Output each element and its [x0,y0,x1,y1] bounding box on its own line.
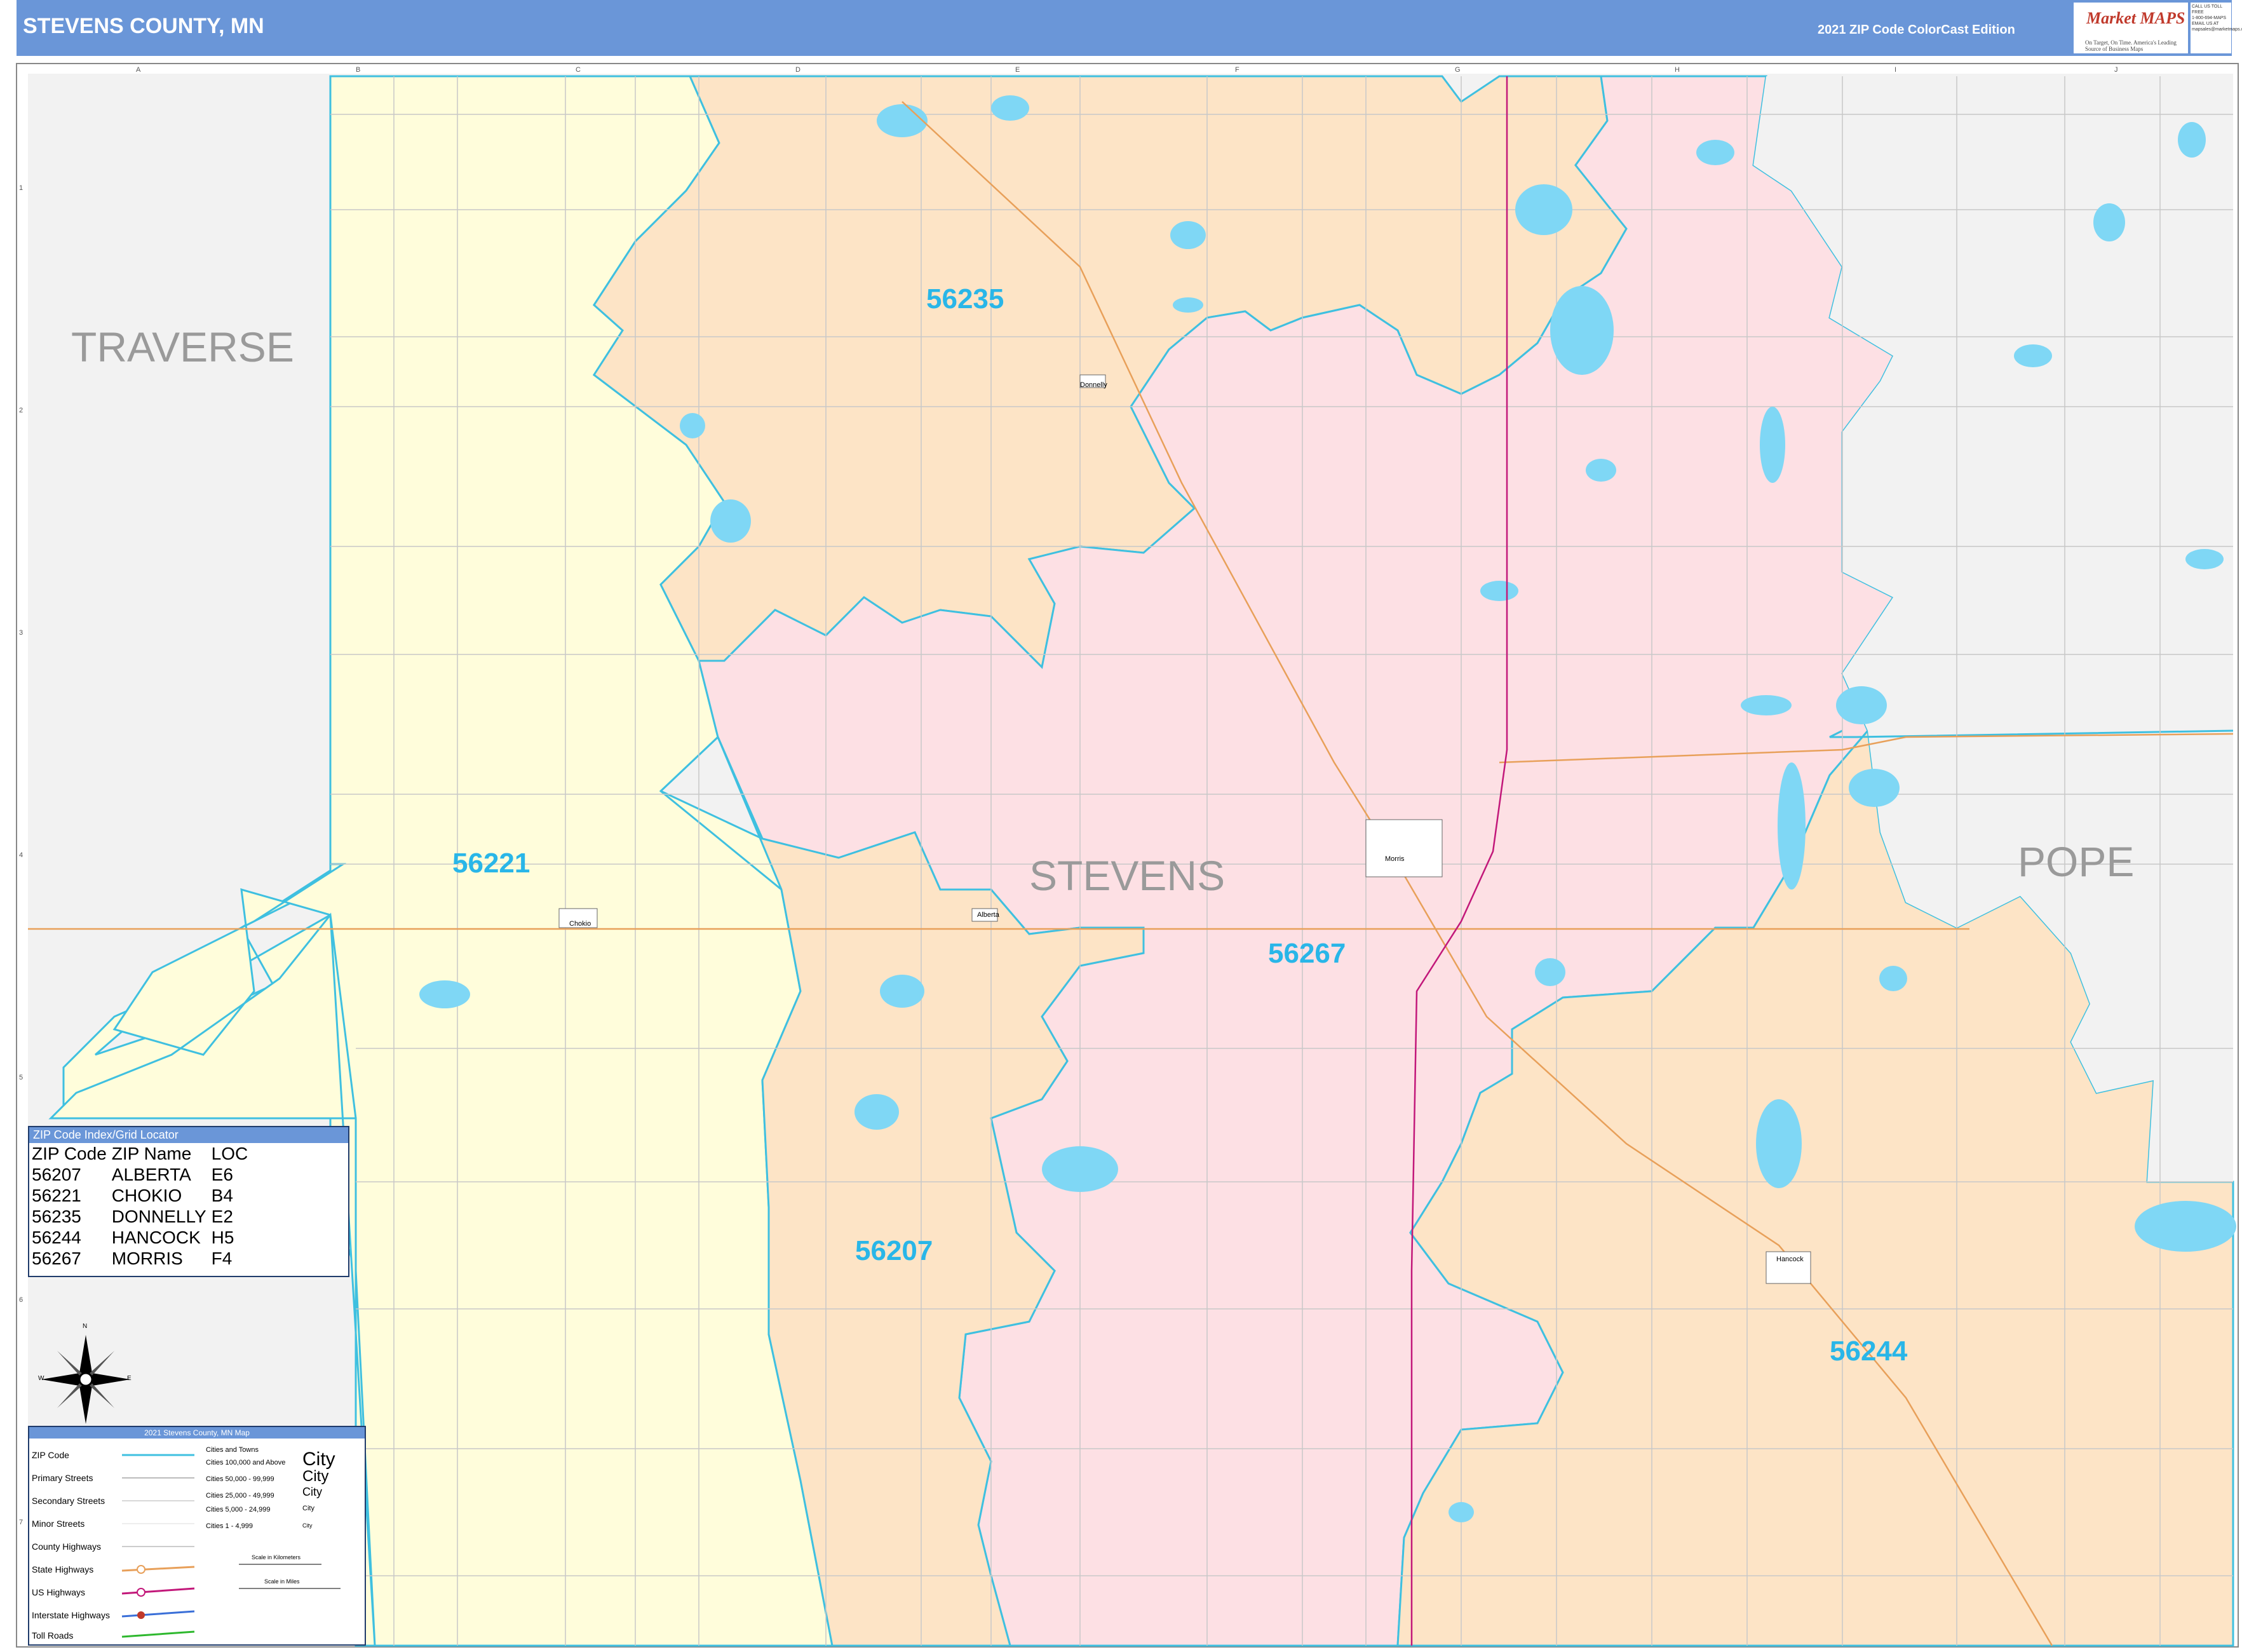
compass-w: W [38,1375,44,1382]
contact-line: CALL US TOLL FREE [2192,4,2222,15]
market-maps-logo: Market MAPS On Target, On Time. America'… [2074,3,2188,53]
logo-tagline: On Target, On Time. America's Leading So… [2085,39,2177,52]
zip-name-cell: MORRIS [111,1249,183,1268]
zip-label-56267: 56267 [1268,938,1346,969]
grid-letters-top: A B C D E F G H I J [0,66,2242,75]
table-row: 56244 HANCOCK H5 [32,1227,253,1248]
neighbor-label-traverse: TRAVERSE [71,323,294,370]
zip-index-header-row: ZIP Code ZIP Name LOC [32,1143,253,1164]
grid-row: 2 [19,407,24,414]
map-title: STEVENS COUNTY, MN [23,14,264,38]
column-header: LOC [211,1144,248,1163]
compass-n: N [83,1323,88,1330]
zip-label-56207: 56207 [855,1235,933,1266]
city-class: Cities 5,000 - 24,999 [206,1506,271,1513]
grid-row: 6 [19,1296,24,1304]
edition-label: 2021 ZIP Code ColorCast Edition [1818,23,2015,37]
grid-col: C [576,66,581,74]
zip-code-cell: 56267 [32,1249,81,1268]
city-sample: City [302,1486,322,1498]
contact-line: 1-800-694-MAPS [2192,16,2227,20]
loc-cell: E2 [211,1207,233,1226]
logo-text: Market MAPS [2086,9,2185,27]
grid-col: G [1455,66,1461,74]
grid-row: 4 [19,851,24,859]
contact-box: CALL US TOLL FREE 1-800-694-MAPS EMAIL U… [2191,3,2242,53]
grid-row: 3 [19,629,24,637]
zip-index-table: ZIP Code ZIP Name LOC 56207 ALBERTA E6 5… [32,1143,253,1269]
zip-code-cell: 56235 [32,1207,81,1226]
zip-code-cell: 56221 [32,1186,81,1205]
zip-code-cell: 56207 [32,1165,81,1184]
grid-row: 1 [19,184,24,192]
column-header: ZIP Code [32,1144,107,1163]
compass-rose: N S E W [38,1323,133,1434]
loc-cell: B4 [211,1186,233,1205]
contact-line: mapsales@marketmaps.com [2192,27,2242,32]
grid-col: E [1015,66,1020,74]
zip-name-cell: DONNELLY [111,1207,206,1226]
grid-col: A [136,66,141,74]
city-class: Cities 1 - 4,999 [206,1522,253,1530]
zip-index-panel: ZIP Code Index/Grid Locator ZIP Code ZIP… [28,1126,349,1277]
loc-cell: E6 [211,1165,233,1184]
city-class: Cities 50,000 - 99,999 [206,1475,274,1483]
compass-e: E [127,1375,132,1382]
table-row: 56235 DONNELLY E2 [32,1206,253,1227]
grid-numbers-left: 1 2 3 4 5 6 7 [19,0,28,1652]
grid-row: 7 [19,1519,24,1526]
zip-code-cell: 56244 [32,1228,81,1247]
zip-label-56244: 56244 [1830,1336,1908,1367]
grid-col: F [1235,66,1239,74]
town-label-morris: Morris [1385,855,1405,863]
city-sample: City [302,1505,314,1512]
zip-label-56221: 56221 [452,848,530,879]
city-sample-large: City [302,1449,335,1470]
county-label: STEVENS [1029,852,1226,899]
county-map [16,63,2239,1648]
grid-col: H [1675,66,1680,74]
grid-col: D [795,66,800,74]
table-row: 56221 CHOKIO B4 [32,1185,253,1206]
zip-label-56235: 56235 [926,283,1004,315]
grid-col: B [356,66,361,74]
scale-mi-label: Scale in Miles [264,1578,300,1585]
loc-cell: F4 [211,1249,233,1268]
city-header: Cities and Towns [206,1446,259,1454]
legend-panel: 2021 Stevens County, MN Map ZIP Code Pri… [28,1426,366,1646]
town-label-donnelly: Donnelly [1080,381,1107,389]
zip-name-cell: CHOKIO [111,1186,182,1205]
city-sample: City [302,1468,329,1485]
zip-index-title: ZIP Code Index/Grid Locator [29,1127,348,1143]
city-sample: City [302,1522,313,1529]
grid-col: J [2114,66,2118,74]
grid-col: I [1894,66,1897,74]
zip-name-cell: HANCOCK [111,1228,201,1247]
grid-row: 5 [19,1074,24,1081]
town-label-chokio: Chokio [569,920,591,928]
city-class: Cities 25,000 - 49,999 [206,1492,274,1500]
table-row: 56207 ALBERTA E6 [32,1164,253,1185]
contact-line: EMAIL US AT [2192,22,2219,26]
loc-cell: H5 [211,1228,234,1247]
town-label-alberta: Alberta [977,911,999,919]
column-header: ZIP Name [111,1144,192,1163]
scale-km-label: Scale in Kilometers [252,1554,301,1561]
town-label-hancock: Hancock [1776,1256,1804,1263]
table-row: 56267 MORRIS F4 [32,1248,253,1269]
compass-icon [41,1335,130,1424]
city-class: Cities 100,000 and Above [206,1459,286,1466]
zip-name-cell: ALBERTA [111,1165,191,1184]
title-bar: STEVENS COUNTY, MN 2021 ZIP Code ColorCa… [17,0,2232,56]
neighbor-label-pope: POPE [2018,838,2135,885]
